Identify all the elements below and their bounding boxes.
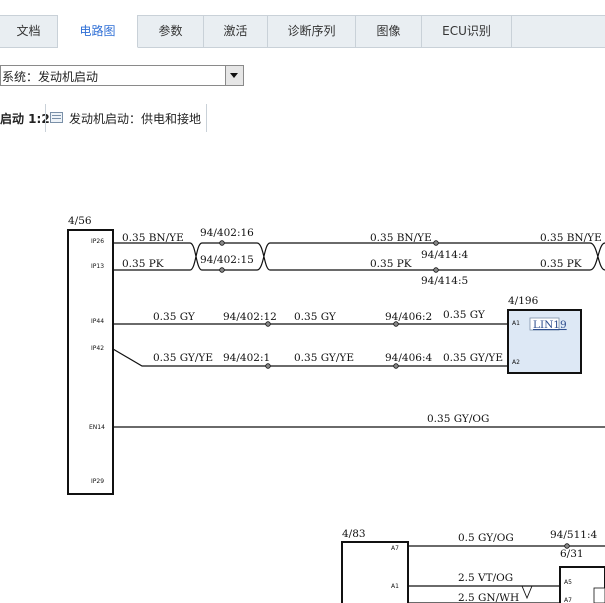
pin-label: A1 xyxy=(512,320,520,327)
connector-label: 94/406:4 xyxy=(385,352,432,364)
connector-label: 94/402:1 xyxy=(223,352,270,364)
lin-link[interactable]: LIN19 xyxy=(533,319,567,331)
wire-label: 0.35 GY xyxy=(153,311,196,323)
wiring-diagram: 4/56 IP26 IP13 IP44 IP42 EN14 IP29 0.35 … xyxy=(67,215,605,603)
pin-label: IP26 xyxy=(91,238,104,245)
diode-symbol-icon xyxy=(521,585,533,600)
connector-dot xyxy=(219,267,225,273)
connector-label: 6/31 xyxy=(560,548,584,560)
connector-label: 94/402:16 xyxy=(200,227,254,239)
connector-label: 94/402:12 xyxy=(223,311,277,323)
pin-label: IP13 xyxy=(91,263,104,270)
inner-element-box xyxy=(593,587,605,603)
pin-label: IP44 xyxy=(91,318,104,325)
connector-dot xyxy=(393,363,399,369)
pin-label: IP42 xyxy=(91,345,104,352)
connector-dot xyxy=(219,240,225,246)
twisted-pair-wires xyxy=(113,242,605,271)
pin-label: A5 xyxy=(564,579,572,586)
component-ref-bottom: 4/83 xyxy=(342,528,366,540)
wire-label: 0.35 GY/YE xyxy=(153,352,213,364)
connector-label: 94/414:4 xyxy=(421,249,468,261)
wire-label: 0.35 GY xyxy=(294,311,337,323)
wire-label: 0.35 GY/OG xyxy=(427,413,489,425)
component-ref-left: 4/56 xyxy=(68,215,92,227)
wire-label: 0.5 GY/OG xyxy=(458,532,514,544)
connector-dot xyxy=(433,240,439,246)
wire-label: 0.35 GY/YE xyxy=(294,352,354,364)
connector-label: 94/406:2 xyxy=(385,311,432,323)
wire-label: 2.5 GN/WH xyxy=(458,592,519,603)
wire-label: 2.5 VT/OG xyxy=(458,572,513,584)
connector-label: 94/511:4 xyxy=(550,529,597,541)
connector-label: 94/402:15 xyxy=(200,254,254,266)
pin-label: A7 xyxy=(391,545,399,552)
wire-label: 0.35 PK xyxy=(122,258,164,270)
wire-label: 0.35 BN/YE xyxy=(122,232,184,244)
connector-label: 94/414:5 xyxy=(421,275,468,287)
wire-label: 0.35 PK xyxy=(540,258,582,270)
component-ref-right: 4/196 xyxy=(508,295,539,307)
wire-label: 0.35 PK xyxy=(370,258,412,270)
wire-label: 0.35 GY xyxy=(443,309,486,321)
wire-label: 0.35 GY/YE xyxy=(443,352,503,364)
pin-label: A2 xyxy=(512,359,520,366)
connector-dot xyxy=(433,267,439,273)
pin-label: A1 xyxy=(391,583,399,590)
wire-label: 0.35 BN/YE xyxy=(540,232,602,244)
wire-label: 0.35 BN/YE xyxy=(370,232,432,244)
pin-label: A7 xyxy=(564,597,572,603)
pin-label: IP29 xyxy=(91,478,104,485)
connector-dot xyxy=(265,363,271,369)
pin-label: EN14 xyxy=(89,424,105,431)
